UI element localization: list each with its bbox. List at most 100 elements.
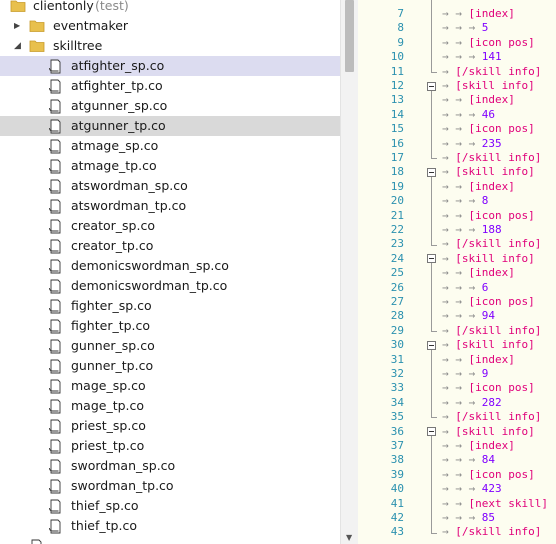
code-text: → [/skill info] <box>442 324 541 338</box>
tree-file-item[interactable]: atswordman_tp.co <box>0 196 340 216</box>
code-line[interactable]: 9 → → [icon pos] <box>358 36 556 50</box>
tree-file-item[interactable]: atgunner_sp.co <box>0 96 340 116</box>
code-line[interactable]: 36 → [skill info] <box>358 425 556 439</box>
code-line[interactable]: 24 → [skill info] <box>358 252 556 266</box>
tree-file-item[interactable]: swordman_tp.co <box>0 476 340 496</box>
scrollbar-thumb[interactable] <box>345 0 354 72</box>
chevron-collapsed-icon[interactable]: ▶ <box>14 16 20 36</box>
tree-file-item[interactable]: priest_tp.co <box>0 436 340 456</box>
tree-folder-label: skilltree <box>53 38 103 53</box>
code-line[interactable]: 21 → → [icon pos] <box>358 209 556 223</box>
code-line[interactable]: 14 → → → 46 <box>358 108 556 122</box>
code-line[interactable]: 15 → → [icon pos] <box>358 122 556 136</box>
code-line[interactable]: 42 → → → 85 <box>358 511 556 525</box>
code-value: 5 <box>481 21 489 35</box>
fold-guide <box>431 50 432 65</box>
tree-file-item[interactable]: mage_sp.co <box>0 376 340 396</box>
code-line[interactable]: 26 → → → 6 <box>358 281 556 295</box>
code-line[interactable]: 38 → → → 84 <box>358 453 556 467</box>
code-line[interactable]: 12 → [skill info] <box>358 79 556 93</box>
code-line[interactable]: 8 → → → 5 <box>358 21 556 35</box>
code-line[interactable]: 7 → → [index] <box>358 7 556 21</box>
chevron-expanded-icon[interactable]: ◢ <box>14 36 21 56</box>
fold-collapse-icon[interactable] <box>427 167 436 177</box>
code-line[interactable]: 29 → [/skill info] <box>358 324 556 338</box>
code-line[interactable]: 28 → → → 94 <box>358 309 556 323</box>
code-line[interactable]: 37 → → [index] <box>358 439 556 453</box>
file-tree-scrollbar[interactable]: ▼ <box>340 0 358 544</box>
tree-file-item[interactable]: fighter_tp.co <box>0 316 340 336</box>
tree-file-item[interactable]: fighter_sp.co <box>0 296 340 316</box>
tree-file-item[interactable]: creator_sp.co <box>0 216 340 236</box>
code-line[interactable]: 27 → → [icon pos] <box>358 295 556 309</box>
code-value: 94 <box>481 309 495 323</box>
fold-guide <box>431 367 432 382</box>
line-number: 9 <box>397 35 404 49</box>
code-line[interactable]: 19 → → [index] <box>358 180 556 194</box>
tree-file-item[interactable]: thief_tp.co <box>0 516 340 536</box>
tree-file-item[interactable]: gunner_sp.co <box>0 336 340 356</box>
code-line[interactable]: 30 → [skill info] <box>358 338 556 352</box>
fold-end-marker <box>431 158 437 160</box>
tree-file-label: atswordman_sp.co <box>71 178 188 193</box>
code-line[interactable]: 18 → [skill info] <box>358 165 556 179</box>
tree-folder-skilltree[interactable]: ◢ skilltree <box>0 36 340 56</box>
tree-file-item[interactable]: thief_sp.co <box>0 496 340 516</box>
tree-file-item[interactable]: atfighter_sp.co <box>0 56 340 76</box>
code-line[interactable]: 25 → → [index] <box>358 266 556 280</box>
tree-file-item[interactable]: atswordman_sp.co <box>0 176 340 196</box>
tab-marker-icon: → → <box>442 496 469 510</box>
code-tag: [/skill info] <box>455 64 542 78</box>
fold-guide <box>431 0 432 7</box>
tree-root-clientonly[interactable]: clientonly (test) <box>0 0 340 16</box>
tree-file-item[interactable]: gunner_tp.co <box>0 356 340 376</box>
code-line[interactable]: 40 → → → 423 <box>358 482 556 496</box>
tab-marker-icon: → → <box>442 352 469 366</box>
fold-collapse-icon[interactable] <box>427 427 436 437</box>
code-line[interactable]: 34 → → → 282 <box>358 396 556 410</box>
code-line[interactable]: 41 → → [next skill] <box>358 497 556 511</box>
code-line[interactable]: 31 → → [index] <box>358 353 556 367</box>
code-line[interactable]: 20 → → → 8 <box>358 194 556 208</box>
tree-file-item[interactable]: swordman_sp.co <box>0 456 340 476</box>
code-file-icon <box>49 79 61 94</box>
tab-marker-icon: → → → <box>442 453 482 467</box>
code-editor[interactable]: 7 → → [index] 8 → → → 5 9 → → [icon pos] 10 → →… <box>358 0 556 544</box>
tree-file-item[interactable]: creator_tp.co <box>0 236 340 256</box>
code-line[interactable]: 32 → → → 9 <box>358 367 556 381</box>
code-line[interactable]: 33 → → [icon pos] <box>358 381 556 395</box>
tree-file-item[interactable]: priest_sp.co <box>0 416 340 436</box>
code-line[interactable]: 39 → → [icon pos] <box>358 468 556 482</box>
tree-file-item[interactable]: atmage_tp.co <box>0 156 340 176</box>
code-text: → → → 85 <box>442 511 495 525</box>
tree-file-item[interactable]: atfighter_tp.co <box>0 76 340 96</box>
fold-collapse-icon[interactable] <box>427 340 436 350</box>
tree-file-item[interactable]: demonicswordman_sp.co <box>0 256 340 276</box>
fold-collapse-icon[interactable] <box>427 254 436 264</box>
code-line[interactable]: 43 → [/skill info] <box>358 525 556 539</box>
code-line[interactable]: 17 → [/skill info] <box>358 151 556 165</box>
code-value: 8 <box>481 194 489 208</box>
code-file-icon <box>49 519 61 534</box>
line-number: 18 <box>390 165 404 179</box>
code-line[interactable]: 22 → → → 188 <box>358 223 556 237</box>
tree-file-item[interactable]: atgunner_tp.co <box>0 116 340 136</box>
code-tag: [skill info] <box>455 424 535 438</box>
scroll-down-arrow-icon[interactable]: ▼ <box>346 534 352 542</box>
tree-file-item[interactable]: atmage_sp.co <box>0 136 340 156</box>
code-tag: [skill info] <box>455 165 535 179</box>
tree-root-label: clientonly <box>33 0 94 13</box>
code-line[interactable]: 23 → [/skill info] <box>358 237 556 251</box>
tree-file-item[interactable]: mage_tp.co <box>0 396 340 416</box>
code-line[interactable]: 13 → → [index] <box>358 93 556 107</box>
code-line[interactable]: 10 → → → 141 <box>358 50 556 64</box>
code-line[interactable]: 11 → [/skill info] <box>358 65 556 79</box>
code-file-icon <box>49 119 61 134</box>
tree-file-item[interactable]: demonicswordman_tp.co <box>0 276 340 296</box>
code-text: → [/skill info] <box>442 237 541 251</box>
code-line[interactable]: 35 → [/skill info] <box>358 410 556 424</box>
code-line[interactable]: 16 → → → 235 <box>358 137 556 151</box>
fold-collapse-icon[interactable] <box>427 81 436 91</box>
tree-folder-eventmaker[interactable]: ▶ eventmaker <box>0 16 340 36</box>
tree-item-partial[interactable] <box>0 536 340 544</box>
